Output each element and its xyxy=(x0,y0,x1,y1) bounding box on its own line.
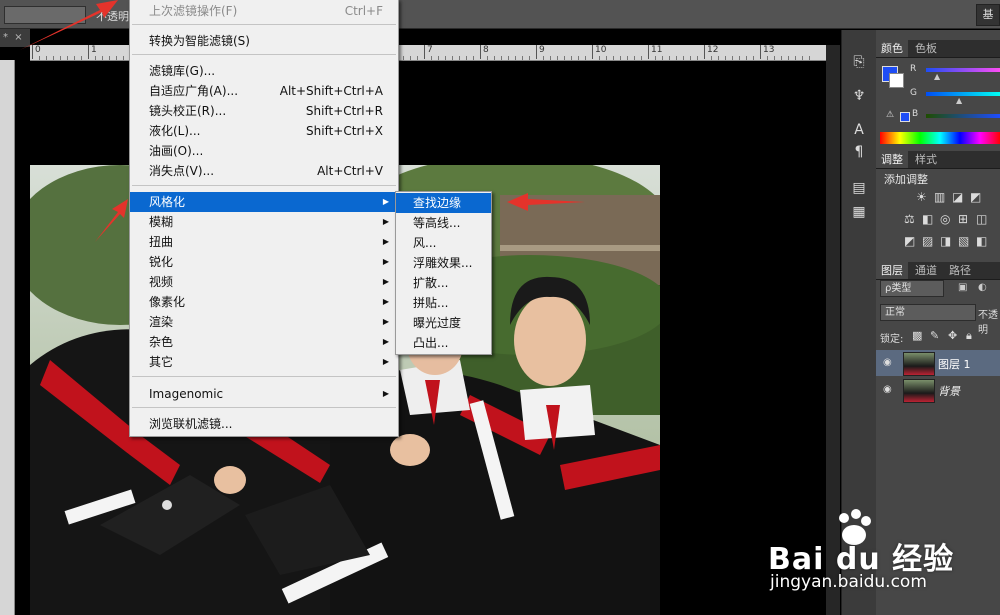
tab-layers[interactable]: 图层 xyxy=(876,262,908,279)
visibility-eye-icon[interactable]: ◉ xyxy=(883,357,895,369)
slider-g[interactable] xyxy=(926,92,1000,96)
adjustment-icon[interactable]: ◪ xyxy=(952,190,963,204)
lock-pixels-icon[interactable]: ✎ xyxy=(930,329,939,342)
layer-comps-icon[interactable]: ▤ xyxy=(849,178,869,198)
watermark-url: jingyan.baidu.com xyxy=(770,572,927,592)
lock-position-icon[interactable]: ✥ xyxy=(948,329,957,342)
character-icon[interactable]: A xyxy=(849,120,869,140)
add-adjustment-title: 添加调整 xyxy=(884,173,928,186)
slider-b[interactable] xyxy=(926,114,1000,118)
adjust-panel-tabs: 调整 样式 xyxy=(876,151,1000,169)
gamut-warning-icon: ⚠ xyxy=(886,110,895,120)
slider-label-b: B xyxy=(912,109,919,119)
adjustment-icon[interactable]: ◧ xyxy=(922,212,933,226)
web-color-swatch[interactable] xyxy=(900,112,910,122)
adjustment-icon[interactable]: ◧ xyxy=(976,234,987,248)
slider-label-r: R xyxy=(910,64,917,74)
adjustment-icon[interactable]: ⊞ xyxy=(958,212,968,226)
tab-styles[interactable]: 样式 xyxy=(910,151,942,168)
layer-name[interactable]: 图层 1 xyxy=(938,356,971,372)
layer-thumbnail xyxy=(903,379,935,403)
opacity-label: 不透明 xyxy=(978,310,998,336)
slider-thumb-icon[interactable]: ▲ xyxy=(934,72,940,81)
paragraph-icon[interactable]: ¶ xyxy=(849,142,869,162)
lock-transparent-icon[interactable]: ▩ xyxy=(912,329,922,342)
adjustment-icon[interactable]: ▧ xyxy=(958,234,969,248)
layer-filter-dropdown[interactable]: ρ类型 xyxy=(880,280,944,297)
color-panel-tabs: 颜色 色板 xyxy=(876,40,1000,58)
tab-color[interactable]: 颜色 xyxy=(876,40,908,57)
red-arrow-icon xyxy=(507,193,585,211)
layers-panel-tabs: 图层 通道 路径 xyxy=(876,262,1000,280)
adjustment-icon[interactable]: ◨ xyxy=(940,234,951,248)
red-arrow-icon xyxy=(20,0,118,50)
adjustment-icon[interactable]: ⚖ xyxy=(904,212,915,226)
layer-thumbnail xyxy=(903,352,935,376)
layer-row-layer1[interactable]: ◉ 图层 1 xyxy=(876,350,1000,376)
blend-mode-dropdown[interactable]: 正常 xyxy=(880,304,976,321)
baidu-watermark: Bai du 经验 jingyan.baidu.com xyxy=(768,508,1000,608)
filter-adjust-icon[interactable]: ◐ xyxy=(978,282,987,293)
adjustment-icon[interactable]: ◎ xyxy=(940,212,950,226)
background-color-swatch[interactable] xyxy=(889,73,904,88)
tab-adjustments[interactable]: 调整 xyxy=(876,151,908,168)
adjustment-icons: ☀ ▥ ◪ ◩ ⚖ ◧ ◎ ⊞ ◫ ◩ ▨ ◨ ▧ ◧ xyxy=(904,190,1000,256)
adjustment-icon[interactable]: ▨ xyxy=(922,234,933,248)
adjustment-icon[interactable]: ◩ xyxy=(970,190,981,204)
tab-paths[interactable]: 路径 xyxy=(944,262,976,279)
slider-thumb-icon[interactable]: ▲ xyxy=(956,96,962,105)
adjustment-icon[interactable]: ▥ xyxy=(934,190,945,204)
layer-name[interactable]: 背景 xyxy=(938,383,960,399)
layer-row-background[interactable]: ◉ 背景 xyxy=(876,377,1000,403)
color-ramp[interactable] xyxy=(880,132,1000,144)
visibility-eye-icon[interactable]: ◉ xyxy=(883,384,895,396)
history-icon[interactable]: ⎘ xyxy=(849,52,869,72)
adjustment-icon[interactable]: ◫ xyxy=(976,212,987,226)
tab-channels[interactable]: 通道 xyxy=(910,262,942,279)
tab-swatches[interactable]: 色板 xyxy=(910,40,942,57)
notes-icon[interactable]: ▦ xyxy=(849,202,869,222)
adjustment-icon[interactable]: ☀ xyxy=(916,190,927,204)
red-arrow-icon xyxy=(95,199,128,242)
slider-label-g: G xyxy=(910,88,917,98)
adjustment-icon[interactable]: ◩ xyxy=(904,234,915,248)
brush-presets-icon[interactable]: ♆ xyxy=(849,86,869,106)
lock-label: 锁定: xyxy=(880,334,904,345)
lock-all-icon[interactable]: 🔒︎ xyxy=(966,329,972,343)
filter-image-icon[interactable]: ▣ xyxy=(958,282,967,293)
